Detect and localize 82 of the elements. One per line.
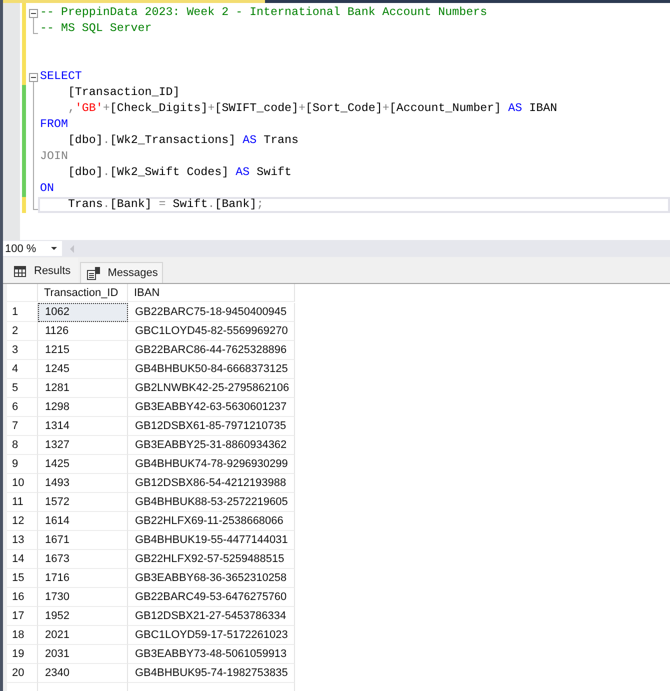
table-cell: 1314 — [38, 417, 128, 436]
messages-icon — [86, 266, 100, 280]
row-number: 9 — [7, 455, 38, 474]
table-cell: GB3EABBY73-48-5061059913 — [128, 645, 295, 664]
table-cell: GB22BARC86-44-7625328896 — [128, 341, 295, 360]
table-cell: GB12DSBX86-54-4212193988 — [128, 474, 295, 493]
table-cell: GB3EABBY68-36-3652310258 — [128, 569, 295, 588]
table-cell: 1716 — [38, 569, 128, 588]
table-cell: 1298 — [38, 398, 128, 417]
table-cell: 2340 — [38, 664, 128, 683]
table-cell: GB22BARC49-53-6476275760 — [128, 588, 295, 607]
caret-icon — [51, 247, 57, 250]
row-header-corner — [7, 284, 38, 302]
column-header: Transaction_ID — [38, 284, 128, 302]
table-cell: 1245 — [38, 360, 128, 379]
row-number: 15 — [7, 569, 38, 588]
row-number: 7 — [7, 417, 38, 436]
table-cell: 1126 — [38, 322, 128, 341]
row-number: 13 — [7, 531, 38, 550]
row-number: 5 — [7, 379, 38, 398]
table-cell: GB22HLFX69-11-2538668066 — [128, 512, 295, 531]
scroll-left-icon[interactable] — [70, 244, 74, 252]
table-cell: GB3EABBY25-31-8860934362 — [128, 436, 295, 455]
code-line: -- PreppinData 2023: Week 2 - International Bank Account Numbers — [39, 5, 488, 21]
table-cell: GB12DSBX61-85-7971210735 — [128, 417, 295, 436]
code-line: [dbo].[Wk2_Swift Codes] AS Swift — [66, 165, 292, 181]
table-cell: 1425 — [38, 455, 128, 474]
table-cell: GB4BHBUK88-53-2572219605 — [128, 493, 295, 512]
row-number: 8 — [7, 436, 38, 455]
row-number: 14 — [7, 550, 38, 569]
table-cell: GB4BHBUK74-78-9296930299 — [128, 455, 295, 474]
table-cell: 1671 — [38, 531, 128, 550]
row-number: 20 — [7, 664, 38, 683]
code-line: [dbo].[Wk2_Transactions] AS Trans — [66, 133, 299, 149]
row-number: 17 — [7, 607, 38, 626]
table-cell: 1673 — [38, 550, 128, 569]
zoom-dropdown[interactable]: 100 % — [3, 241, 62, 256]
table-cell: GB3EABBY42-63-5630601237 — [128, 398, 295, 417]
results-tab[interactable]: Messages — [80, 262, 163, 283]
code-line: Trans.[Bank] = Swift.[Bank]; — [66, 197, 264, 213]
row-number: 16 — [7, 588, 38, 607]
code-line: JOIN — [39, 149, 68, 165]
grid-icon — [14, 266, 26, 276]
table-cell: GB22HLFX92-57-5259488515 — [128, 550, 295, 569]
document-tab[interactable] — [3, 0, 265, 3]
table-cell: 1493 — [38, 474, 128, 493]
column-header: IBAN — [128, 284, 295, 302]
table-cell: GB4BHBUK50-84-6668373125 — [128, 360, 295, 379]
row-number: 4 — [7, 360, 38, 379]
code-line: ON — [39, 181, 54, 197]
table-cell: 1952 — [38, 607, 128, 626]
table-cell: 1327 — [38, 436, 128, 455]
row-number: 18 — [7, 626, 38, 645]
table-cell: 1572 — [38, 493, 128, 512]
code-line: SELECT — [39, 69, 82, 85]
table-cell: 1062 — [38, 303, 128, 322]
table-cell: GB4BHBUK95-74-1982753835 — [128, 664, 295, 683]
collapse-button[interactable] — [29, 9, 38, 18]
table-cell: 1730 — [38, 588, 128, 607]
table-cell: 2021 — [38, 626, 128, 645]
code-line: ,'GB'+[Check_Digits]+[SWIFT_code]+[Sort_Code]+[Account_Number] AS IBAN — [66, 101, 558, 117]
row-number: 12 — [7, 512, 38, 531]
table-cell: 1281 — [38, 379, 128, 398]
collapse-button[interactable] — [29, 73, 38, 82]
table-cell: 1215 — [38, 341, 128, 360]
row-number: 10 — [7, 474, 38, 493]
row-number: 2 — [7, 322, 38, 341]
code-line: -- MS SQL Server — [39, 21, 152, 37]
code-line: [Transaction_ID] — [66, 85, 180, 101]
table-cell: GB12DSBX21-27-5453786334 — [128, 607, 295, 626]
table-cell: GB2LNWBK42-25-2795862106 — [128, 379, 295, 398]
table-cell: GB4BHBUK19-55-4477144031 — [128, 531, 295, 550]
row-number: 19 — [7, 645, 38, 664]
table-cell: GB22BARC75-18-9450400945 — [128, 303, 295, 322]
table-cell: 1614 — [38, 512, 128, 531]
row-number: 11 — [7, 493, 38, 512]
code-line: FROM — [39, 117, 68, 133]
table-cell: GBC1LOYD59-17-5172261023 — [128, 626, 295, 645]
row-number: 6 — [7, 398, 38, 417]
table-cell: 2031 — [38, 645, 128, 664]
table-cell: GBC1LOYD45-82-5569969270 — [128, 322, 295, 341]
row-number: 3 — [7, 341, 38, 360]
